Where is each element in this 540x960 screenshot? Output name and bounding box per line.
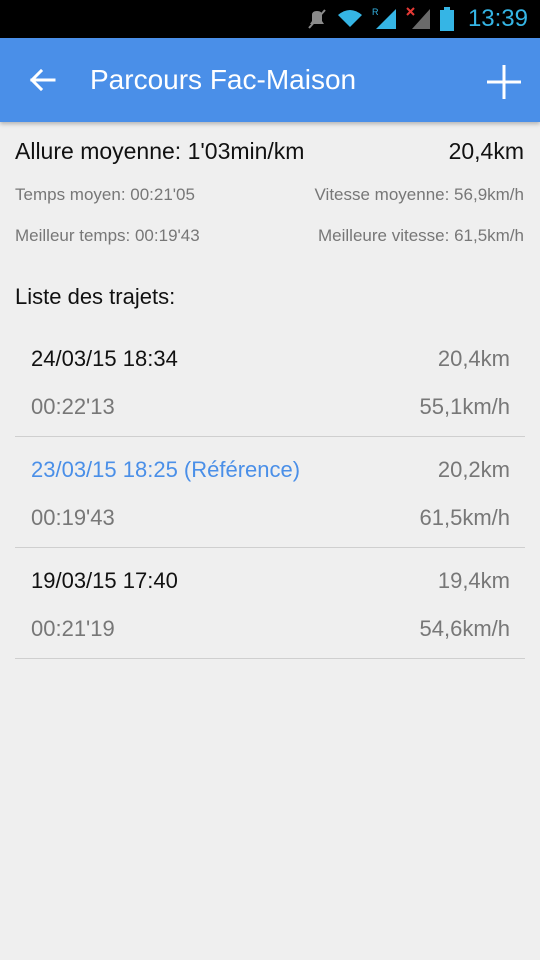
app-bar: Parcours Fac-Maison: [0, 38, 540, 122]
best-time: Meilleur temps: 00:19'43: [15, 226, 200, 245]
summary-best-row: Meilleur temps: 00:19'43 Meilleure vites…: [15, 226, 524, 250]
arrow-left-icon: [29, 68, 56, 92]
muted-icon: [308, 9, 326, 29]
battery-icon: [439, 7, 454, 31]
trip-item-reference[interactable]: 23/03/15 18:25 (Référence) 20,2km 00:19'…: [15, 437, 525, 548]
trip-time: 00:19'43: [31, 505, 115, 530]
signal-no-service-icon: [406, 7, 430, 29]
trips-list: 24/03/15 18:34 20,4km 00:22'13 55,1km/h …: [15, 326, 525, 659]
trip-time: 00:21'19: [31, 616, 115, 641]
trip-item[interactable]: 24/03/15 18:34 20,4km 00:22'13 55,1km/h: [15, 326, 525, 437]
status-clock: 13:39: [467, 5, 528, 32]
trip-distance: 19,4km: [437, 568, 510, 593]
route-distance: 20,4km: [448, 138, 524, 164]
signal-roaming-icon: R: [372, 7, 396, 29]
trip-date: 23/03/15 18:25 (Référence): [31, 457, 301, 482]
trip-distance: 20,4km: [437, 346, 510, 371]
back-button[interactable]: [22, 60, 62, 100]
trips-list-title: Liste des trajets:: [15, 284, 176, 309]
average-time: Temps moyen: 00:21'05: [15, 185, 195, 204]
best-speed: Meilleure vitesse: 61,5km/h: [318, 226, 524, 245]
trip-speed: 54,6km/h: [419, 616, 511, 641]
page-title: Parcours Fac-Maison: [90, 64, 357, 95]
trip-speed: 55,1km/h: [419, 394, 511, 419]
trip-distance: 20,2km: [437, 457, 510, 482]
add-button[interactable]: [482, 60, 526, 104]
trip-time: 00:22'13: [31, 394, 115, 419]
wifi-icon: [337, 10, 362, 27]
svg-text:R: R: [372, 7, 379, 17]
trip-item[interactable]: 19/03/15 17:40 19,4km 00:21'19 54,6km/h: [15, 548, 525, 659]
trip-date: 24/03/15 18:34: [31, 346, 178, 371]
trip-speed: 61,5km/h: [419, 505, 511, 530]
trip-date: 19/03/15 17:40: [31, 568, 178, 593]
status-icons: R 13:39: [306, 0, 528, 38]
status-bar: R 13:39: [0, 0, 540, 38]
plus-icon: [487, 65, 521, 99]
summary-main-row: Allure moyenne: 1'03min/km 20,4km: [15, 138, 524, 172]
average-pace: Allure moyenne: 1'03min/km: [15, 138, 305, 164]
average-speed: Vitesse moyenne: 56,9km/h: [314, 185, 524, 204]
summary-panel: Allure moyenne: 1'03min/km 20,4km Temps …: [15, 138, 524, 250]
summary-average-row: Temps moyen: 00:21'05 Vitesse moyenne: 5…: [15, 185, 524, 209]
